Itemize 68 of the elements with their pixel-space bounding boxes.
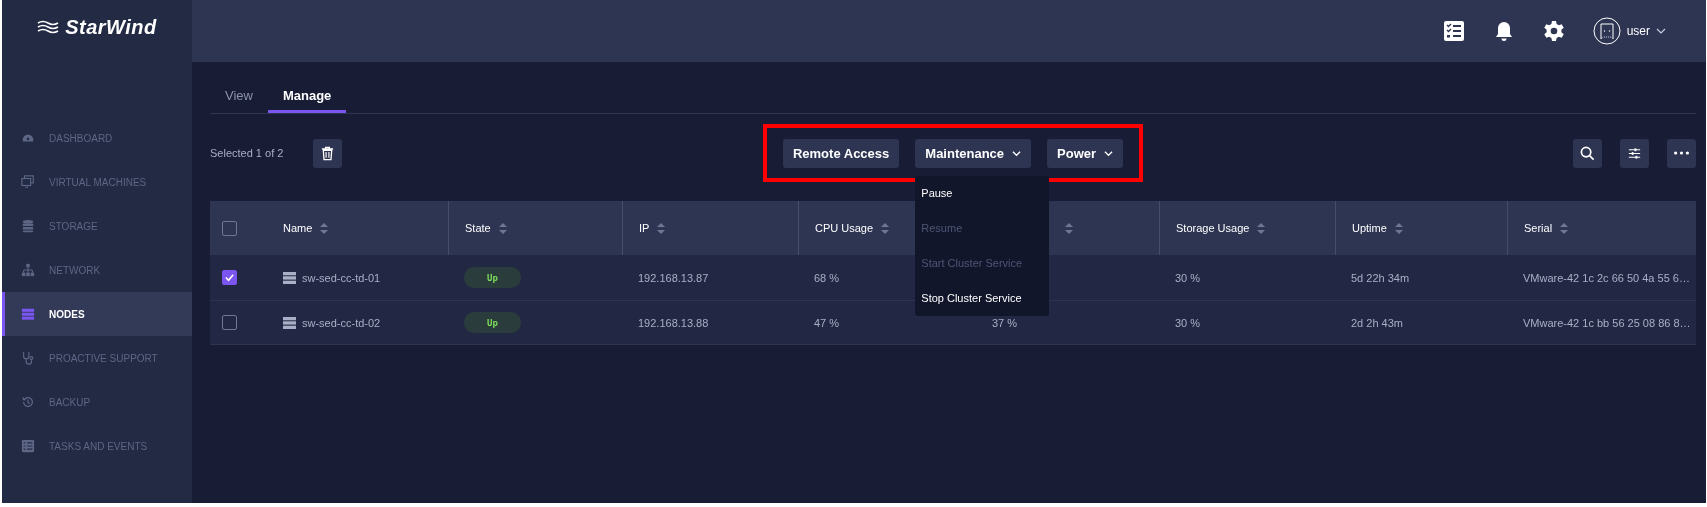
waves-icon: [37, 20, 60, 34]
selection-count: Selected 1 of 2: [210, 147, 284, 159]
node-name: sw-sed-cc-td-02: [302, 316, 381, 329]
caret-icon[interactable]: [1656, 26, 1666, 36]
sort-icon[interactable]: [320, 222, 329, 234]
sort-icon[interactable]: [657, 222, 666, 234]
delete-button[interactable]: [313, 138, 343, 168]
table-cell: 47 %: [814, 316, 840, 329]
action-button[interactable]: Remote Access: [782, 138, 900, 168]
node-name: sw-sed-cc-td-01: [302, 271, 381, 284]
search-icon: [1580, 145, 1595, 161]
stethoscope-icon: [21, 351, 35, 365]
avatar-icon[interactable]: [1592, 17, 1621, 45]
more-button[interactable]: [1667, 138, 1696, 168]
state-badge: Up: [464, 312, 521, 333]
column-header[interactable]: State: [465, 222, 491, 234]
sort-icon[interactable]: [1065, 222, 1073, 234]
table-cell: 68 %: [814, 271, 840, 284]
sliders-icon: [1627, 145, 1642, 161]
network-icon: [21, 263, 35, 277]
checklist-icon[interactable]: [1442, 20, 1465, 42]
column-header[interactable]: CPU Usage: [815, 222, 874, 234]
list-icon: [21, 439, 35, 453]
user-name[interactable]: user: [1626, 24, 1650, 38]
caret-icon: [1104, 148, 1114, 158]
column-header[interactable]: IP: [639, 222, 650, 234]
action-button[interactable]: Power: [1047, 138, 1124, 168]
more-icon: [1674, 151, 1689, 155]
table-cell: 5d 22h 34m: [1351, 271, 1410, 284]
menu-item[interactable]: Pause: [921, 175, 1044, 211]
filter-button[interactable]: [1620, 138, 1649, 168]
column-header[interactable]: Serial: [1524, 222, 1553, 234]
monitors-icon: [21, 175, 35, 189]
caret-icon: [1012, 148, 1022, 158]
search-button[interactable]: [1573, 138, 1602, 168]
sort-icon[interactable]: [1560, 222, 1569, 234]
server-icon: [21, 307, 35, 321]
table-cell: 37 %: [992, 316, 1018, 329]
sort-icon[interactable]: [1394, 222, 1403, 234]
column-header[interactable]: Storage Usage: [1176, 222, 1250, 234]
table-cell: 192.168.13.87: [638, 271, 709, 284]
select-all-checkbox[interactable]: [222, 220, 237, 236]
column-header[interactable]: Name: [283, 222, 313, 234]
tab[interactable]: Manage: [267, 80, 347, 113]
history-icon: [21, 395, 35, 409]
logo-text: StarWind: [65, 15, 157, 39]
check-icon: [224, 272, 235, 283]
table-cell: VMware-42 1c 2c 66 50 4a 55 6…: [1523, 271, 1690, 284]
sidebar-item[interactable]: NODES: [2, 292, 192, 336]
action-button[interactable]: Maintenance: [915, 138, 1032, 168]
sort-icon[interactable]: [881, 222, 890, 234]
trash-icon: [320, 145, 336, 161]
state-badge: Up: [464, 267, 521, 288]
database-icon: [21, 219, 35, 233]
server-icon: [283, 316, 296, 329]
sort-icon[interactable]: [1257, 222, 1266, 234]
table-cell: 2d 2h 43m: [1351, 316, 1403, 329]
table-cell: 30 %: [1175, 271, 1201, 284]
server-icon: [283, 271, 296, 284]
row-checkbox[interactable]: [222, 270, 237, 285]
sort-icon[interactable]: [498, 222, 507, 234]
row-checkbox[interactable]: [222, 315, 237, 330]
column-header[interactable]: Uptime: [1352, 222, 1387, 234]
settings-icon[interactable]: [1542, 20, 1565, 42]
table-cell: VMware-42 1c bb 56 25 08 86 8…: [1523, 316, 1691, 329]
table-cell: 192.168.13.88: [638, 316, 709, 329]
table-cell: 30 %: [1175, 316, 1201, 329]
tab[interactable]: View: [210, 80, 268, 113]
